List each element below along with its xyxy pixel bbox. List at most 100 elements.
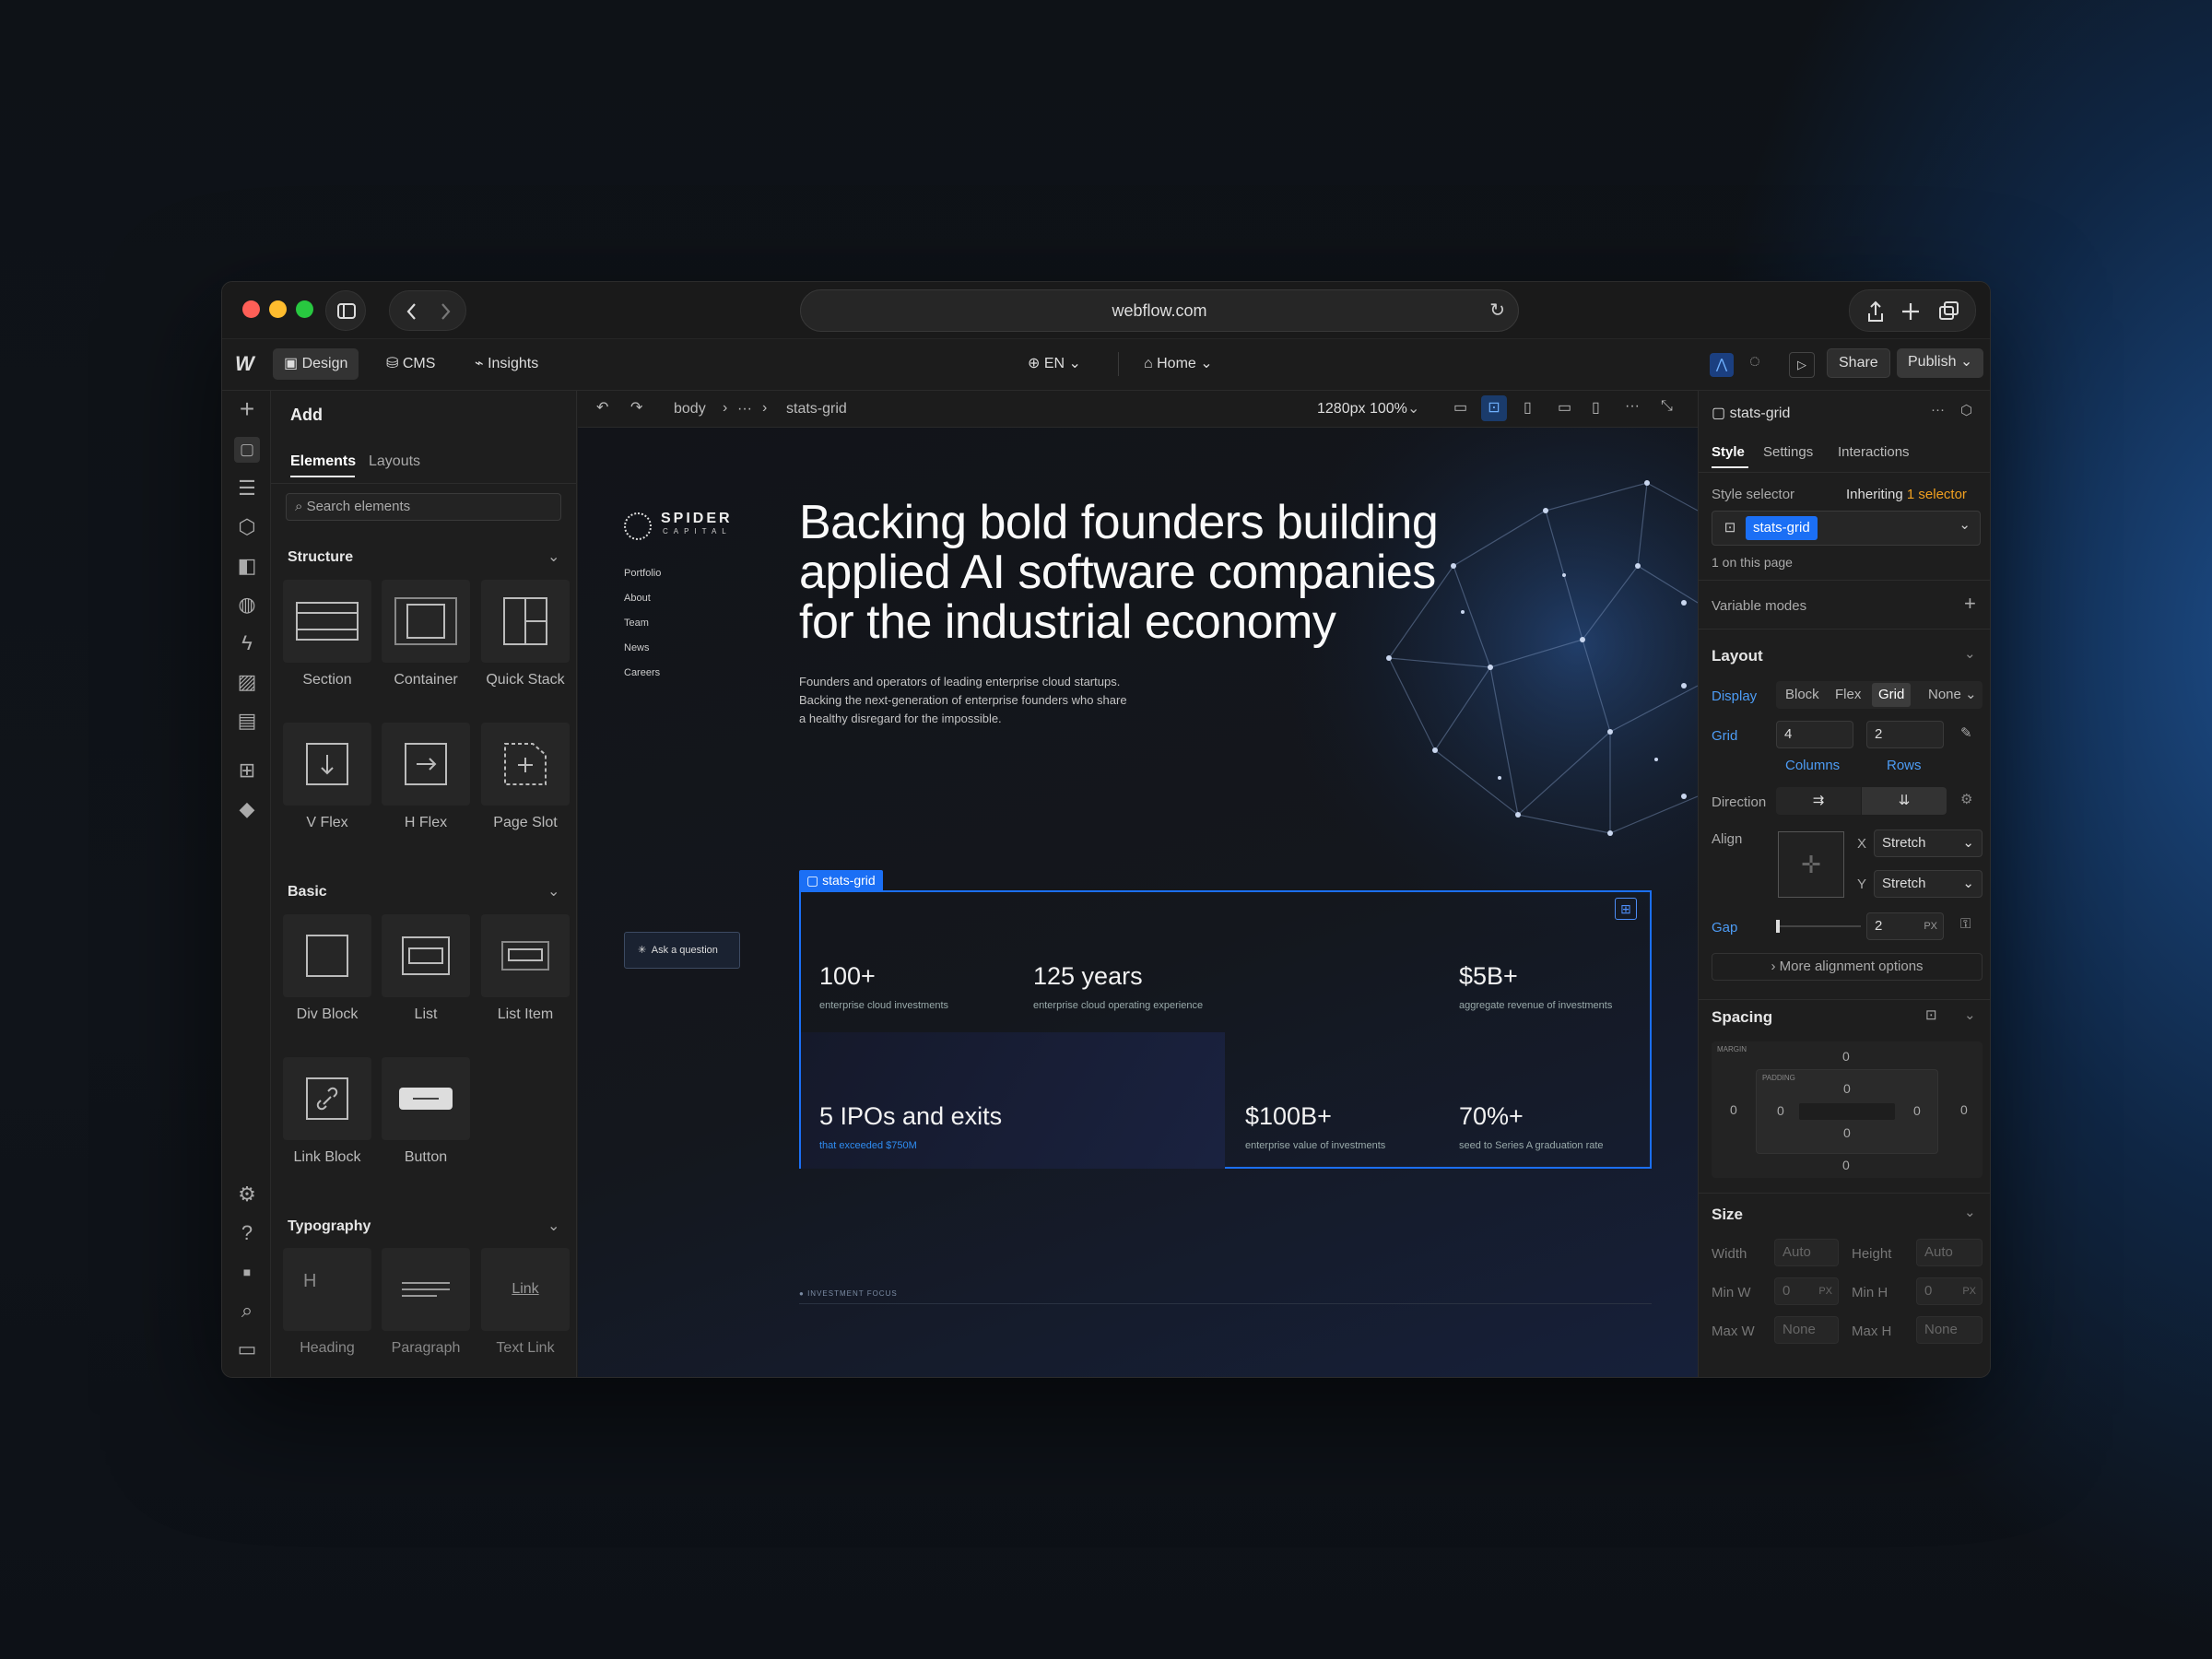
breadcrumb-current[interactable]: stats-grid (786, 401, 847, 418)
more-icon[interactable]: ··· (1931, 402, 1945, 418)
button-tile[interactable] (382, 1057, 470, 1140)
zoom-window-button[interactable] (296, 300, 313, 318)
breadcrumb-more[interactable]: ··· (737, 401, 752, 418)
lock-icon[interactable]: ⚿ (1960, 916, 1971, 932)
margin-bottom[interactable]: 0 (1842, 1158, 1850, 1172)
collapse-icon[interactable]: ⤡ (1661, 398, 1673, 415)
selector-chip[interactable]: stats-grid (1746, 516, 1818, 540)
grid-columns-input[interactable]: 4 (1776, 721, 1853, 748)
page-dropdown[interactable]: ⌂ Home ⌄ (1133, 348, 1224, 380)
reload-icon[interactable]: ↻ (1489, 290, 1505, 331)
webflow-logo[interactable]: W (235, 352, 254, 376)
list-tile[interactable] (382, 914, 470, 997)
display-block[interactable]: Block (1785, 681, 1819, 709)
chevron-down-icon[interactable]: ⌄ (547, 547, 559, 566)
tab-layouts[interactable]: Layouts (369, 453, 420, 470)
redo-icon[interactable]: ↷ (630, 398, 642, 417)
paragraph-tile[interactable] (382, 1248, 470, 1331)
max-height-input[interactable]: None (1916, 1316, 1983, 1344)
padding-left[interactable]: 0 (1777, 1103, 1784, 1118)
tab-settings[interactable]: Settings (1763, 444, 1813, 460)
padding-right[interactable]: 0 (1913, 1103, 1921, 1118)
chevron-down-icon[interactable]: ⌄ (547, 1217, 559, 1235)
align-y-select[interactable]: Stretch ⌄ (1874, 870, 1983, 898)
align-x-select[interactable]: Stretch ⌄ (1874, 830, 1983, 857)
height-input[interactable]: Auto (1916, 1239, 1983, 1266)
stop-icon[interactable]: ■ (234, 1259, 260, 1285)
chevron-down-icon[interactable]: ⌄ (1964, 645, 1976, 662)
desktop-breakpoint-icon[interactable]: ▭ (1453, 398, 1467, 417)
share-newtab-tabs-icons[interactable] (1850, 290, 1977, 333)
stats-grid-tag[interactable]: ▢ stats-grid (799, 870, 883, 890)
video-icon[interactable]: ▭ (234, 1336, 260, 1362)
align-box[interactable]: ✛ (1778, 831, 1844, 898)
vflex-tile[interactable] (283, 723, 371, 806)
back-forward-buttons[interactable] (389, 290, 466, 331)
selector-field[interactable]: ⊡ stats-grid ⌄ (1712, 511, 1981, 546)
nav-about[interactable]: About (624, 593, 661, 604)
publish-button[interactable]: Publish ⌄ (1897, 348, 1984, 378)
search-icon[interactable]: ⌕ (234, 1298, 260, 1324)
design-mode-button[interactable]: ▣ Design (273, 348, 359, 380)
min-width-input[interactable]: 0 PX (1774, 1277, 1839, 1305)
help-icon[interactable]: ? (234, 1220, 260, 1246)
grid-settings-icon[interactable]: ⊞ (1615, 898, 1637, 920)
undo-icon[interactable]: ↶ (596, 398, 608, 417)
hflex-tile[interactable] (382, 723, 470, 806)
comments-icon[interactable]: ◌ (1749, 351, 1760, 372)
more-icon[interactable]: ··· (1625, 398, 1640, 415)
interactions-icon[interactable]: ϟ (234, 630, 260, 656)
min-height-input[interactable]: 0 PX (1916, 1277, 1983, 1305)
tab-elements[interactable]: Elements (290, 453, 356, 470)
preview-button[interactable]: ▷ (1789, 352, 1815, 378)
chevron-down-icon[interactable]: ⌄ (1964, 1204, 1976, 1220)
div-block-tile[interactable] (283, 914, 371, 997)
cms-icon[interactable]: ▤ (234, 708, 260, 734)
cms-mode-button[interactable]: ⛁ CMS (375, 348, 446, 380)
more-alignment-button[interactable]: › More alignment options (1712, 953, 1983, 981)
nav-portfolio[interactable]: Portfolio (624, 568, 661, 579)
padding-bottom[interactable]: 0 (1843, 1125, 1851, 1140)
margin-left[interactable]: 0 (1730, 1102, 1737, 1117)
nav-news[interactable]: News (624, 642, 661, 653)
apps-icon[interactable]: ⊞ (234, 758, 260, 783)
grid-rows-input[interactable]: 2 (1866, 721, 1944, 748)
address-bar[interactable]: webflow.com ↻ (800, 289, 1519, 332)
gap-slider[interactable] (1776, 920, 1861, 933)
width-input[interactable]: Auto (1774, 1239, 1839, 1266)
variables-icon[interactable]: ◍ (234, 592, 260, 618)
add-variable-mode-icon[interactable]: + (1964, 592, 1976, 616)
padding-top[interactable]: 0 (1843, 1081, 1851, 1096)
padding-box[interactable]: PADDING 0 0 0 0 (1756, 1069, 1938, 1154)
search-input[interactable]: ⌕ Search elements (286, 493, 561, 521)
container-tile[interactable] (382, 580, 470, 663)
mobile-breakpoint-icon[interactable]: ▯ (1592, 398, 1600, 417)
viewport-size[interactable]: 1280px 100% (1317, 401, 1407, 418)
spacing-heading[interactable]: Spacing (1712, 1008, 1772, 1027)
components-icon[interactable]: ⬡ (234, 514, 260, 540)
list-item-tile[interactable] (481, 914, 570, 997)
insights-mode-button[interactable]: ⌁ Insights (464, 348, 549, 380)
tab-style[interactable]: Style (1712, 444, 1745, 460)
ask-question-button[interactable]: ✳ Ask a question (624, 932, 740, 969)
add-icon[interactable]: + (234, 396, 260, 422)
styles-icon[interactable]: ◧ (234, 553, 260, 579)
breadcrumb-body[interactable]: body (674, 401, 706, 418)
layout-heading[interactable]: Layout (1712, 647, 1763, 665)
tablet-breakpoint-icon[interactable]: ▯ (1524, 398, 1532, 417)
max-width-input[interactable]: None (1774, 1316, 1839, 1344)
inheriting-label[interactable]: Inheriting 1 selector (1846, 487, 1967, 502)
display-flex[interactable]: Flex (1835, 681, 1861, 709)
typography-heading[interactable]: Typography (288, 1218, 371, 1235)
margin-right[interactable]: 0 (1960, 1102, 1968, 1117)
display-none[interactable]: None (1928, 681, 1961, 709)
settings-icon[interactable]: ⚙ (234, 1182, 260, 1207)
grid-edit-icon[interactable]: ✎ (1960, 724, 1972, 741)
nav-team[interactable]: Team (624, 618, 661, 629)
link-block-tile[interactable] (283, 1057, 371, 1140)
size-heading[interactable]: Size (1712, 1206, 1743, 1224)
landscape-breakpoint-icon[interactable]: ▭ (1558, 398, 1571, 417)
page-slot-tile[interactable] (481, 723, 570, 806)
display-grid[interactable]: Grid (1872, 683, 1912, 707)
navigator-icon[interactable]: ☰ (234, 476, 260, 501)
